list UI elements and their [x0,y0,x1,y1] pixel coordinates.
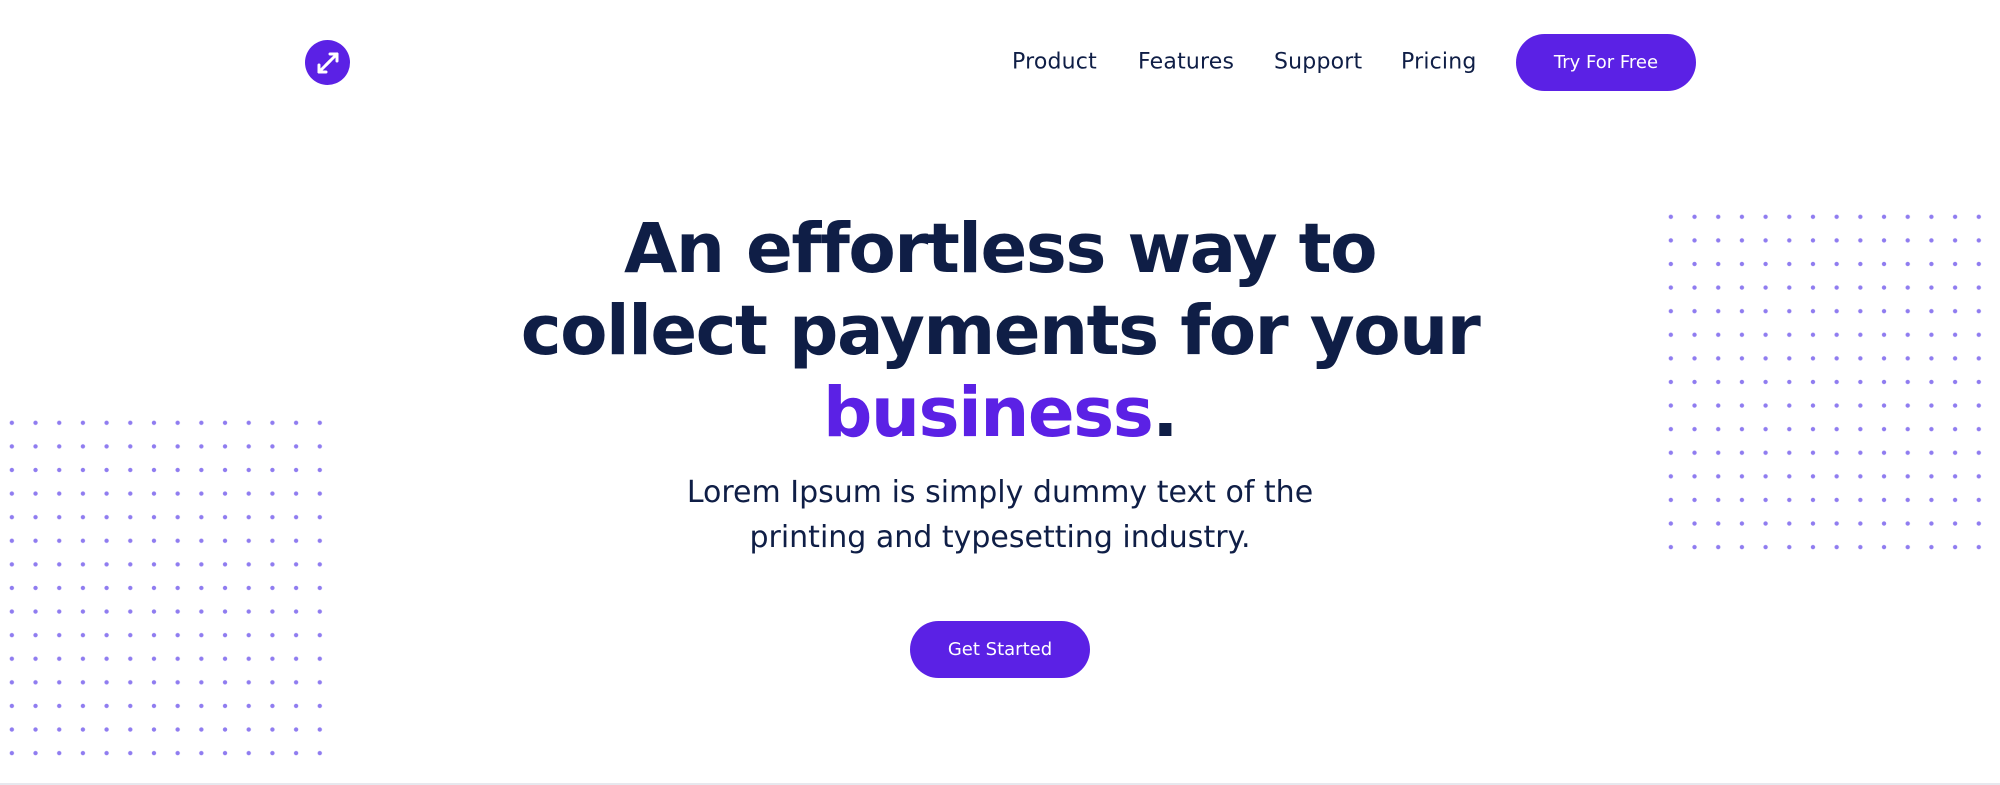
headline-accent-word: business [822,373,1154,453]
nav-item-pricing[interactable]: Pricing [1401,50,1477,75]
nav-item-product[interactable]: Product [1012,50,1097,75]
double-chevron-arrows-icon [317,52,338,73]
dot-pattern-left [0,411,333,766]
try-for-free-button[interactable]: Try For Free [1516,34,1696,91]
brand-logo-icon[interactable] [305,40,350,85]
get-started-button[interactable]: Get Started [910,621,1090,678]
subtext-line-2: printing and typesetting industry. [749,520,1251,555]
hero-subtext: Lorem Ipsum is simply dummy text of the … [600,470,1400,560]
dot-pattern-right [1659,205,2000,560]
nav-item-support[interactable]: Support [1274,50,1362,75]
landing-page: Product Features Support Pricing Try For… [0,0,2000,785]
hero-headline: An effortless way to collect payments fo… [450,208,1550,454]
nav-item-features[interactable]: Features [1138,50,1234,75]
subtext-line-1: Lorem Ipsum is simply dummy text of the [686,475,1314,510]
headline-line-2: collect payments for your [520,291,1481,371]
headline-line-3: business. [450,372,1550,454]
headline-line-1: An effortless way to [624,209,1377,289]
headline-period: . [1152,373,1178,453]
